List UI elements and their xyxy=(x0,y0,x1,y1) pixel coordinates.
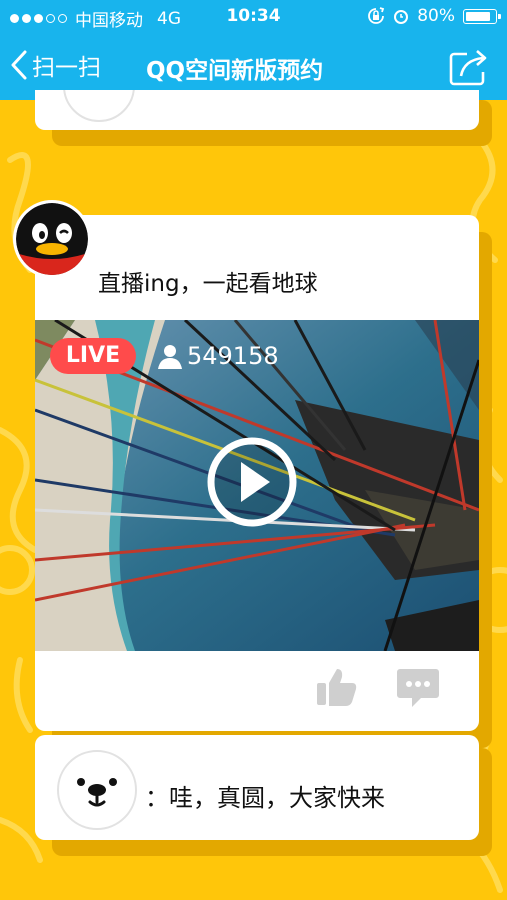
battery-icon xyxy=(463,8,501,24)
qq-penguin-icon xyxy=(16,203,88,275)
previous-avatar xyxy=(63,90,135,122)
rotation-lock-icon xyxy=(368,7,385,24)
viewer-count: 549158 xyxy=(157,342,279,370)
comment-text: ：哇，真圆，大家快来 xyxy=(145,784,385,812)
post-text: 直播ing，一起看地球 xyxy=(98,271,318,297)
share-icon[interactable] xyxy=(449,48,489,86)
user-icon xyxy=(158,345,182,369)
comment-icon[interactable] xyxy=(397,669,439,709)
seal-face-icon xyxy=(77,778,117,807)
previous-card xyxy=(35,90,479,130)
play-icon[interactable] xyxy=(206,436,298,528)
back-button[interactable]: 扫一扫 xyxy=(10,48,101,82)
avatar[interactable] xyxy=(13,200,91,278)
page-title: QQ空间新版预约 xyxy=(146,58,324,84)
live-badge: LIVE xyxy=(50,338,136,374)
live-video[interactable]: LIVE 549158 xyxy=(35,320,479,651)
battery-percent: 80% xyxy=(417,6,455,26)
status-bar: 中国移动 4G 10:34 80% xyxy=(0,0,507,34)
back-label: 扫一扫 xyxy=(32,55,101,81)
commenter-avatar[interactable] xyxy=(57,750,137,830)
viewer-count-label: 549158 xyxy=(187,342,279,370)
top-bar: 中国移动 4G 10:34 80% 扫一扫 QQ空间新版预约 xyxy=(0,0,507,100)
chevron-left-icon xyxy=(11,50,27,80)
alarm-icon xyxy=(394,10,409,24)
post-actions xyxy=(35,651,479,733)
thumbs-up-icon[interactable] xyxy=(315,665,359,709)
